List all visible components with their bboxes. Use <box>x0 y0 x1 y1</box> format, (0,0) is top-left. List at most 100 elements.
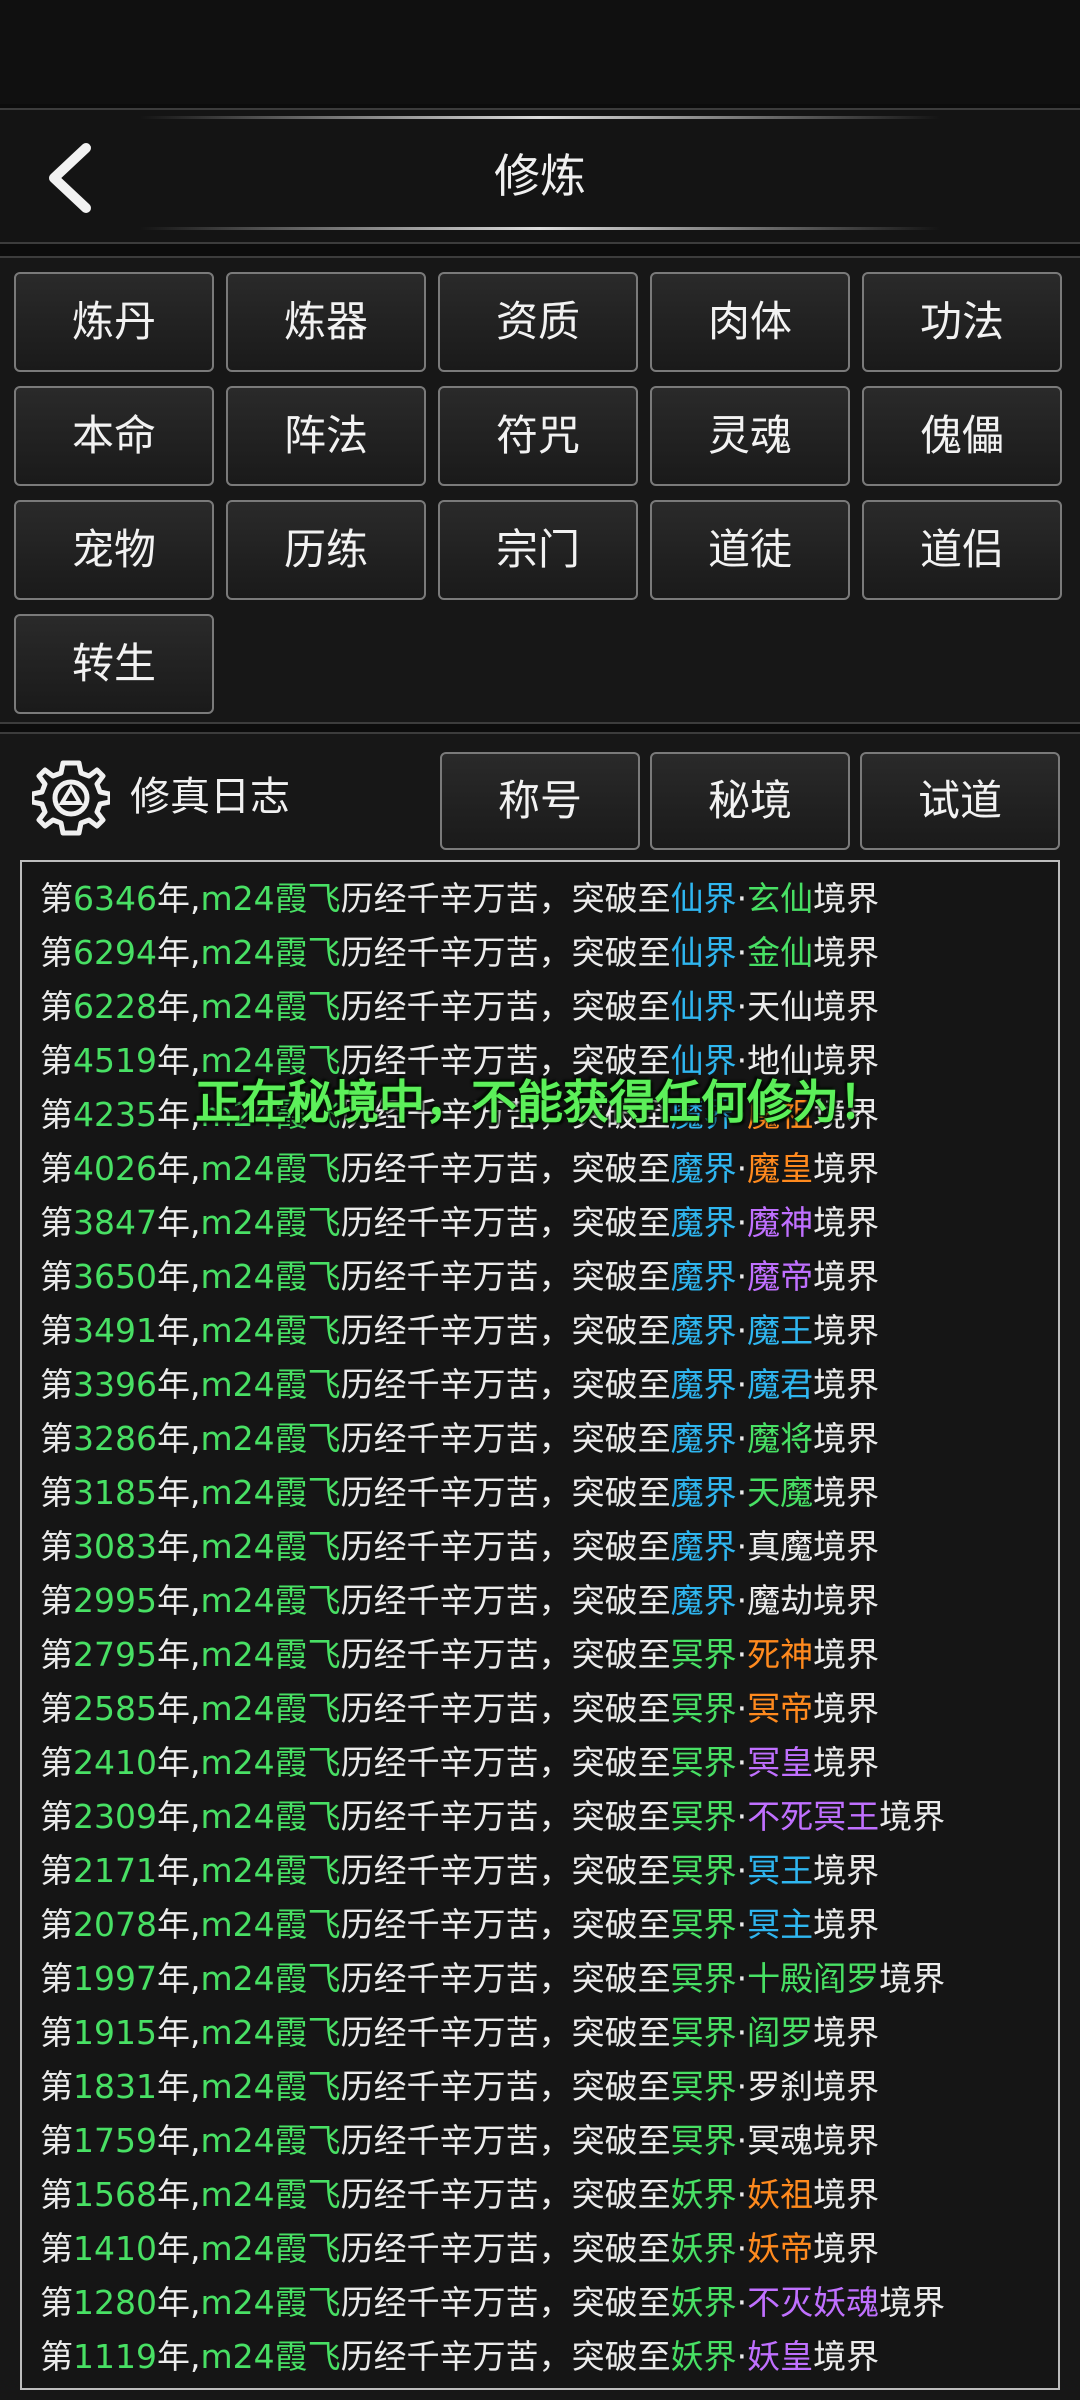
log-realm: 魔界 <box>670 1203 737 1242</box>
tab-mijing[interactable]: 秘境 <box>650 752 850 850</box>
log-stage: 魔神 <box>747 1203 814 1242</box>
page-title: 修炼 <box>494 149 586 203</box>
header-glow-top <box>140 116 940 119</box>
log-realm: 仙界 <box>670 933 737 972</box>
menu-button-zongmen[interactable]: 宗门 <box>438 500 638 600</box>
log-entry: 第1759年,m24霞飞历经千辛万苦，突破至冥界·冥魂境界 <box>40 2114 1052 2168</box>
menu-button-liandan[interactable]: 炼丹 <box>14 272 214 372</box>
log-stage: 天魔 <box>747 1473 814 1512</box>
log-entry: 第2795年,m24霞飞历经千辛万苦，突破至冥界·死神境界 <box>40 1628 1052 1682</box>
log-entry: 第1568年,m24霞飞历经千辛万苦，突破至妖界·妖祖境界 <box>40 2168 1052 2222</box>
log-entry: 第2309年,m24霞飞历经千辛万苦，突破至冥界·不死冥王境界 <box>40 1790 1052 1844</box>
log-year-suffix: 年, <box>156 879 201 918</box>
log-year: 1410 <box>73 2229 157 2268</box>
log-text: 历经千辛万苦，突破至 <box>340 2067 671 2106</box>
log-separator: · <box>736 987 748 1026</box>
log-stage: 冥帝 <box>747 1689 814 1728</box>
log-year: 6346 <box>73 879 157 918</box>
log-suffix: 境界 <box>813 1257 880 1296</box>
log-separator: · <box>736 2121 748 2160</box>
header-glow-bottom <box>140 227 940 230</box>
log-player-name: m24霞飞 <box>200 1257 341 1296</box>
log-separator: · <box>736 2175 748 2214</box>
menu-button-linghun[interactable]: 灵魂 <box>650 386 850 486</box>
log-player-name: m24霞飞 <box>200 1203 341 1242</box>
log-separator: · <box>736 1689 748 1728</box>
log-year-suffix: 年, <box>156 2337 201 2376</box>
log-year-suffix: 年, <box>156 1365 201 1404</box>
menu-button-zizhi[interactable]: 资质 <box>438 272 638 372</box>
log-player-name: m24霞飞 <box>200 1743 341 1782</box>
log-suffix: 境界 <box>813 1419 880 1458</box>
log-realm: 魔界 <box>670 1581 737 1620</box>
log-stage: 魔皇 <box>747 1149 814 1188</box>
log-prefix: 第 <box>40 2337 73 2376</box>
log-separator: · <box>736 1581 748 1620</box>
menu-button-daolv[interactable]: 道侣 <box>862 500 1062 600</box>
menu-button-fuzhou[interactable]: 符咒 <box>438 386 638 486</box>
log-year-suffix: 年, <box>156 987 201 1026</box>
log-suffix: 境界 <box>813 1689 880 1728</box>
log-separator: · <box>736 1743 748 1782</box>
log-player-name: m24霞飞 <box>200 2175 341 2214</box>
log-suffix: 境界 <box>813 1203 880 1242</box>
log-stage: 天仙 <box>747 987 814 1026</box>
log-realm: 魔界 <box>670 1527 737 1566</box>
log-text: 历经千辛万苦，突破至 <box>340 1635 671 1674</box>
menu-button-zhuansheng[interactable]: 转生 <box>14 614 214 714</box>
log-suffix: 境界 <box>813 879 880 918</box>
menu-button-kuilei[interactable]: 傀儡 <box>862 386 1062 486</box>
log-text: 历经千辛万苦，突破至 <box>340 879 671 918</box>
log-year-suffix: 年, <box>156 1527 201 1566</box>
log-separator: · <box>736 1851 748 1890</box>
menu-button-lilian[interactable]: 历练 <box>226 500 426 600</box>
log-year: 3083 <box>73 1527 157 1566</box>
log-suffix: 境界 <box>879 1797 946 1836</box>
log-header: 修真日志 称号 秘境 试道 <box>0 734 1080 854</box>
menu-button-routi[interactable]: 肉体 <box>650 272 850 372</box>
log-separator: · <box>736 1905 748 1944</box>
log-entry: 第6228年,m24霞飞历经千辛万苦，突破至仙界·天仙境界 <box>40 980 1052 1034</box>
log-stage: 真魔 <box>747 1527 814 1566</box>
log-realm: 魔界 <box>670 1365 737 1404</box>
log-text: 历经千辛万苦，突破至 <box>340 1959 671 1998</box>
log-year-suffix: 年, <box>156 1905 201 1944</box>
back-button[interactable] <box>36 140 112 216</box>
log-player-name: m24霞飞 <box>200 933 341 972</box>
log-realm: 魔界 <box>670 1257 737 1296</box>
log-entry: 第3491年,m24霞飞历经千辛万苦，突破至魔界·魔王境界 <box>40 1304 1052 1358</box>
tab-chenghao[interactable]: 称号 <box>440 752 640 850</box>
log-year-suffix: 年, <box>156 2283 201 2322</box>
log-separator: · <box>736 1473 748 1512</box>
log-suffix: 境界 <box>813 1635 880 1674</box>
menu-button-benming[interactable]: 本命 <box>14 386 214 486</box>
menu-button-zhenfa[interactable]: 阵法 <box>226 386 426 486</box>
log-text: 历经千辛万苦，突破至 <box>340 2121 671 2160</box>
log-suffix: 境界 <box>813 2067 880 2106</box>
log-title: 修真日志 <box>130 774 290 820</box>
menu-button-gongfa[interactable]: 功法 <box>862 272 1062 372</box>
log-suffix: 境界 <box>813 933 880 972</box>
log-stage: 十殿阎罗 <box>747 1959 880 1998</box>
log-year: 2171 <box>73 1851 157 1890</box>
log-suffix: 境界 <box>813 1905 880 1944</box>
log-year: 6228 <box>73 987 157 1026</box>
log-suffix: 境界 <box>813 1743 880 1782</box>
tab-shidao[interactable]: 试道 <box>860 752 1060 850</box>
log-year-suffix: 年, <box>156 1797 201 1836</box>
log-year: 2078 <box>73 1905 157 1944</box>
menu-button-daotu[interactable]: 道徒 <box>650 500 850 600</box>
log-prefix: 第 <box>40 2067 73 2106</box>
gear-icon[interactable] <box>32 758 110 836</box>
log-player-name: m24霞飞 <box>200 1419 341 1458</box>
menu-button-chongwu[interactable]: 宠物 <box>14 500 214 600</box>
log-stage: 金仙 <box>747 933 814 972</box>
log-stage: 魔帝 <box>747 1257 814 1296</box>
log-year-suffix: 年, <box>156 2013 201 2052</box>
log-stage: 冥魂 <box>747 2121 814 2160</box>
log-year-suffix: 年, <box>156 1419 201 1458</box>
log-entry: 第2585年,m24霞飞历经千辛万苦，突破至冥界·冥帝境界 <box>40 1682 1052 1736</box>
menu-button-lianqi[interactable]: 炼器 <box>226 272 426 372</box>
log-text: 历经千辛万苦，突破至 <box>340 1689 671 1728</box>
log-realm: 冥界 <box>670 1743 737 1782</box>
